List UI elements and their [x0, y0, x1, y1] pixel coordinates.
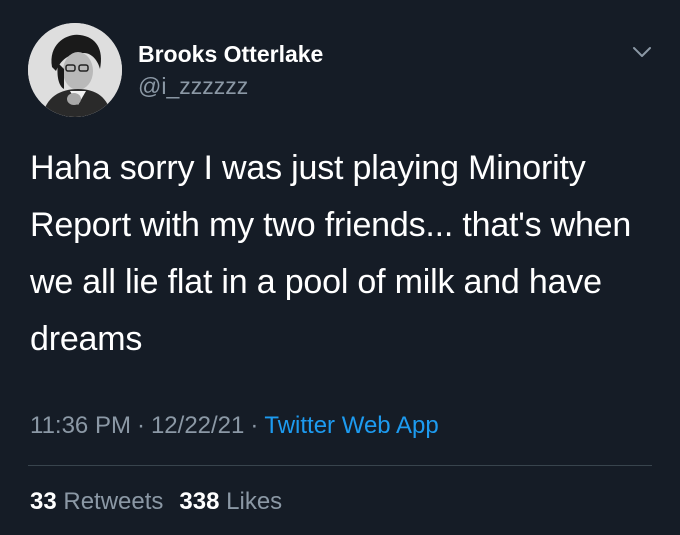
divider: [28, 465, 652, 466]
tweet-meta: 11:36 PM · 12/22/21 · Twitter Web App: [30, 408, 439, 444]
meta-separator: ·: [250, 412, 259, 439]
likes-stat[interactable]: 338 Likes: [179, 488, 282, 515]
meta-separator: ·: [136, 412, 145, 439]
likes-label: Likes: [226, 488, 283, 515]
user-handle[interactable]: @i_zzzzzz: [138, 71, 323, 101]
tweet-date[interactable]: 12/22/21: [151, 412, 244, 439]
chevron-down-icon[interactable]: [630, 40, 654, 64]
retweets-count: 33: [30, 488, 57, 515]
avatar-photo: [28, 23, 122, 117]
tweet-source-link[interactable]: Twitter Web App: [264, 412, 438, 439]
tweet-header: Brooks Otterlake @i_zzzzzz: [28, 22, 323, 118]
likes-count: 338: [179, 488, 220, 515]
user-names: Brooks Otterlake @i_zzzzzz: [138, 39, 323, 101]
tweet-time[interactable]: 11:36 PM: [30, 412, 131, 439]
retweets-label: Retweets: [63, 488, 164, 515]
tweet-stats: 33 Retweets 338 Likes: [30, 484, 298, 520]
tweet-text: Haha sorry I was just playing Minority R…: [30, 149, 632, 358]
display-name[interactable]: Brooks Otterlake: [138, 39, 323, 69]
tweet-card: Brooks Otterlake @i_zzzzzz Haha sorry I …: [0, 0, 680, 535]
avatar[interactable]: [28, 23, 122, 117]
retweets-stat[interactable]: 33 Retweets: [30, 488, 163, 515]
